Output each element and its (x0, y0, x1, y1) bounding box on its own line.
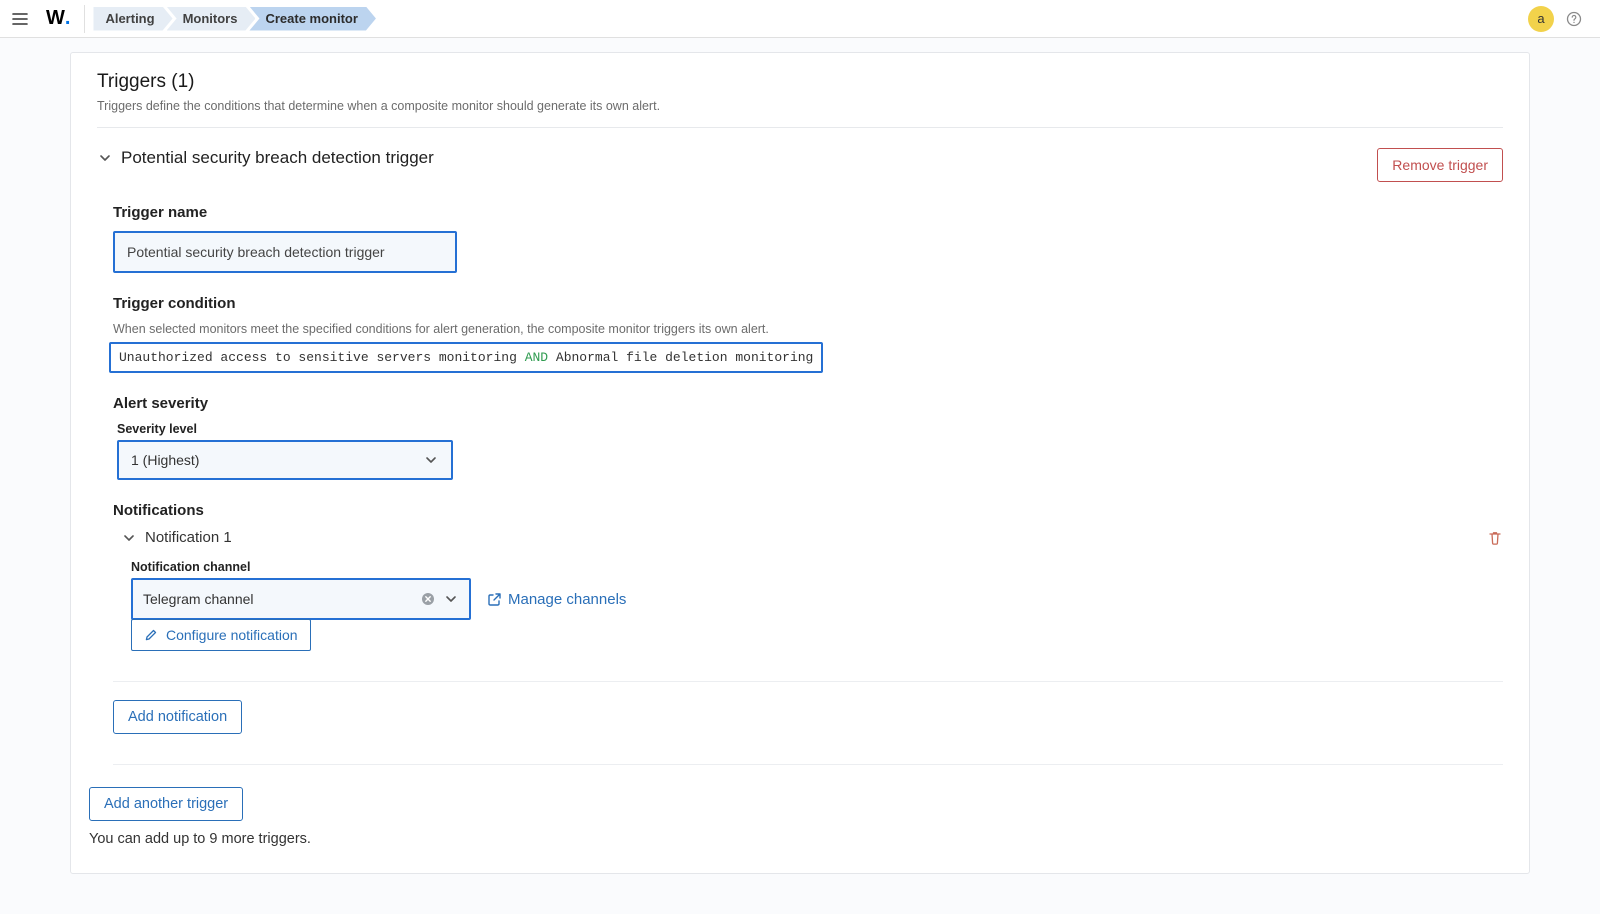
divider (113, 681, 1503, 682)
condition-part2: Abnormal file deletion monitoring (556, 350, 813, 365)
trash-icon[interactable] (1487, 530, 1503, 546)
avatar[interactable]: a (1528, 6, 1554, 32)
alert-severity-label: Alert severity (113, 395, 1503, 412)
divider (84, 5, 85, 33)
logo[interactable]: W. (46, 7, 70, 30)
logo-text: W (46, 7, 65, 30)
trigger-title-text: Potential security breach detection trig… (121, 148, 434, 168)
notification-title: Notification 1 (145, 529, 232, 546)
manage-channels-text: Manage channels (508, 591, 626, 608)
trigger-name-input[interactable] (113, 231, 457, 273)
trigger-name-label: Trigger name (113, 204, 1503, 221)
chevron-down-icon (121, 530, 137, 546)
condition-keyword: AND (525, 350, 548, 365)
breadcrumb-monitors[interactable]: Monitors (167, 7, 256, 31)
pencil-icon (144, 628, 158, 642)
channel-value: Telegram channel (143, 591, 254, 607)
severity-value: 1 (Highest) (131, 452, 199, 468)
triggers-card: Triggers (1) Triggers define the conditi… (70, 52, 1530, 874)
trigger-condition-label: Trigger condition (113, 295, 1503, 312)
top-bar: W. Alerting Monitors Create monitor a (0, 0, 1600, 38)
manage-channels-link[interactable]: Manage channels (487, 591, 626, 608)
severity-select[interactable]: 1 (Highest) (117, 440, 453, 480)
notification-channel-label: Notification channel (131, 560, 1503, 574)
add-another-trigger-button[interactable]: Add another trigger (89, 787, 243, 821)
configure-notification-button[interactable]: Configure notification (131, 619, 311, 651)
help-icon[interactable] (1564, 9, 1584, 29)
card-title: Triggers (1) (97, 71, 1503, 93)
menu-icon[interactable] (8, 7, 32, 31)
notification-channel-select[interactable]: Telegram channel (131, 578, 471, 620)
logo-dot: . (65, 7, 71, 30)
add-notification-button[interactable]: Add notification (113, 700, 242, 734)
trigger-condition-input[interactable]: Unauthorized access to sensitive servers… (109, 342, 823, 373)
breadcrumb-alerting[interactable]: Alerting (93, 7, 172, 31)
notifications-label: Notifications (113, 502, 1503, 519)
severity-level-label: Severity level (117, 422, 1503, 436)
chevron-down-icon (97, 150, 113, 166)
notification-header[interactable]: Notification 1 (121, 529, 232, 546)
chevron-down-icon (443, 591, 459, 607)
trigger-limit-note: You can add up to 9 more triggers. (89, 831, 1503, 847)
breadcrumbs: Alerting Monitors Create monitor (93, 7, 369, 31)
clear-icon[interactable] (419, 590, 437, 608)
card-subtitle: Triggers define the conditions that dete… (97, 99, 1503, 113)
external-link-icon (487, 592, 502, 607)
trigger-header[interactable]: Potential security breach detection trig… (97, 148, 434, 168)
breadcrumb-create-monitor[interactable]: Create monitor (249, 7, 375, 31)
chevron-down-icon (423, 452, 439, 468)
condition-part1: Unauthorized access to sensitive servers… (119, 350, 517, 365)
trigger-condition-desc: When selected monitors meet the specifie… (113, 322, 1503, 336)
configure-label: Configure notification (166, 627, 298, 643)
remove-trigger-button[interactable]: Remove trigger (1377, 148, 1503, 182)
divider (113, 764, 1503, 765)
